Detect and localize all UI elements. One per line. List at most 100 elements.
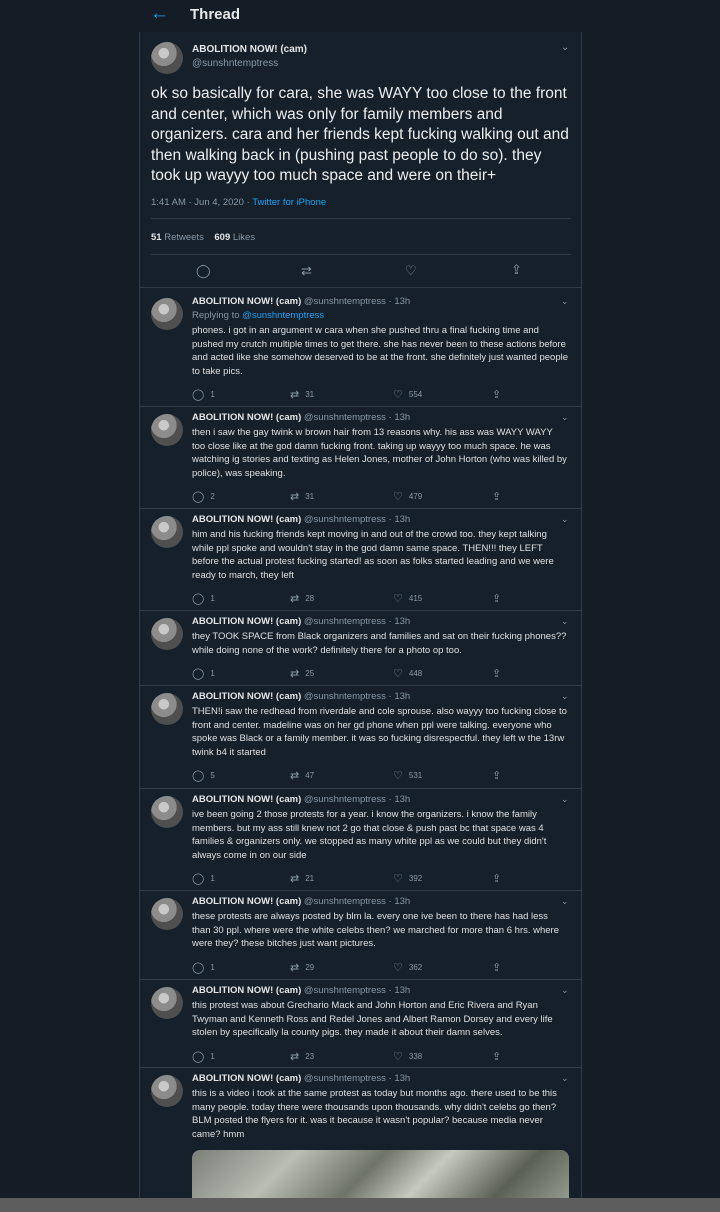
retweet-button[interactable]: ⇄ 23 [290,1050,314,1063]
reply-tweet[interactable]: ABOLITION NOW! (cam) @sunshntemptress · … [140,296,581,410]
avatar[interactable] [151,898,183,930]
tweet-time[interactable]: · 13h [389,514,411,525]
chevron-down-icon[interactable]: ⌄ [561,514,569,525]
avatar[interactable] [151,414,183,446]
tweet-time[interactable]: · 13h [389,691,411,702]
chevron-down-icon[interactable]: ⌄ [561,985,569,996]
reply-button[interactable]: ◯ 1 [192,388,215,401]
tweet-source-link[interactable]: Twitter for iPhone [252,197,326,208]
avatar[interactable] [151,796,183,828]
retweet-count[interactable]: 51 Retweets [151,232,204,243]
replying-to-link[interactable]: @sunshntemptress [242,310,324,321]
reply-button[interactable]: ◯ 1 [192,592,215,605]
like-button[interactable]: ♡ 531 [393,769,422,782]
reply-button[interactable]: ◯ 1 [192,667,215,680]
like-count[interactable]: 609 Likes [214,232,255,243]
chevron-down-icon[interactable]: ⌄ [561,691,569,702]
like-button[interactable]: ♡ 362 [393,961,422,974]
like-button[interactable]: ♡ 448 [393,667,422,680]
share-button[interactable]: ⇪ [492,769,507,782]
avatar[interactable] [151,618,183,650]
share-icon[interactable]: ⇪ [511,263,522,277]
like-button[interactable]: ♡ 554 [393,388,422,401]
chevron-down-icon[interactable]: ⌄ [561,616,569,627]
chevron-down-icon[interactable]: ⌄ [561,794,569,805]
heart-icon[interactable]: ♡ [405,264,417,278]
author-handle[interactable]: @sunshntemptress [304,985,386,996]
author-handle[interactable]: @sunshntemptress [304,1073,386,1084]
share-button[interactable]: ⇪ [492,872,507,885]
share-button[interactable]: ⇪ [492,592,507,605]
chevron-down-icon[interactable]: ⌄ [561,296,569,307]
retweet-button[interactable]: ⇄ 31 [290,490,314,503]
share-button[interactable]: ⇪ [492,388,507,401]
retweet-button[interactable]: ⇄ 29 [290,961,314,974]
chevron-down-icon[interactable]: ⌄ [561,1073,569,1084]
retweet-button[interactable]: ⇄ 25 [290,667,314,680]
author-handle[interactable]: @sunshntemptress [304,691,386,702]
retweet-icon[interactable]: ⇄ [301,264,312,278]
avatar[interactable] [151,693,183,725]
reply-tweet[interactable]: ABOLITION NOW! (cam) @sunshntemptress · … [140,412,581,512]
author-handle[interactable]: @sunshntemptress [304,412,386,423]
author-name[interactable]: ABOLITION NOW! (cam) [192,296,301,307]
author-name[interactable]: ABOLITION NOW! (cam) [192,1073,301,1084]
author-name[interactable]: ABOLITION NOW! (cam) [192,616,301,627]
reply-tweet[interactable]: ABOLITION NOW! (cam) @sunshntemptress · … [140,514,581,614]
chevron-down-icon[interactable]: ⌄ [561,412,569,423]
reply-tweet[interactable]: ABOLITION NOW! (cam) @sunshntemptress · … [140,616,581,689]
author-name[interactable]: ABOLITION NOW! (cam) [192,691,301,702]
tweet-time[interactable]: · 13h [389,896,411,907]
avatar[interactable] [151,298,183,330]
reply-tweet[interactable]: ABOLITION NOW! (cam) @sunshntemptress · … [140,896,581,983]
tweet-time[interactable]: · 13h [389,616,411,627]
reply-icon[interactable]: ◯ [196,264,211,278]
share-button[interactable]: ⇪ [492,667,507,680]
author-handle[interactable]: @sunshntemptress [304,896,386,907]
avatar[interactable] [151,516,183,548]
avatar[interactable] [151,42,183,74]
chevron-down-icon[interactable]: ⌄ [561,42,569,53]
reply-button[interactable]: ◯ 2 [192,490,215,503]
like-button[interactable]: ♡ 479 [393,490,422,503]
tweet-time[interactable]: · 13h [389,1073,411,1084]
tweet-time[interactable]: · 13h [389,985,411,996]
author-name[interactable]: ABOLITION NOW! (cam) [192,794,301,805]
reply-tweet[interactable]: ABOLITION NOW! (cam) @sunshntemptress · … [140,691,581,791]
author-name[interactable]: ABOLITION NOW! (cam) [192,896,301,907]
chevron-down-icon[interactable]: ⌄ [561,896,569,907]
share-button[interactable]: ⇪ [492,490,507,503]
reply-header: ABOLITION NOW! (cam) @sunshntemptress · … [192,296,410,307]
tweet-time[interactable]: · 13h [389,296,411,307]
divider [140,406,581,407]
share-button[interactable]: ⇪ [492,1050,507,1063]
author-name[interactable]: ABOLITION NOW! (cam) [192,44,307,55]
author-name[interactable]: ABOLITION NOW! (cam) [192,412,301,423]
author-handle[interactable]: @sunshntemptress [304,514,386,525]
avatar[interactable] [151,987,183,1019]
retweet-button[interactable]: ⇄ 31 [290,388,314,401]
like-button[interactable]: ♡ 415 [393,592,422,605]
retweet-button[interactable]: ⇄ 47 [290,769,314,782]
reply-tweet[interactable]: ABOLITION NOW! (cam) @sunshntemptress · … [140,985,581,1072]
reply-tweet[interactable]: ABOLITION NOW! (cam) @sunshntemptress · … [140,794,581,894]
reply-button[interactable]: ◯ 1 [192,872,215,885]
share-button[interactable]: ⇪ [492,961,507,974]
author-name[interactable]: ABOLITION NOW! (cam) [192,985,301,996]
reply-button[interactable]: ◯ 1 [192,1050,215,1063]
reply-button[interactable]: ◯ 5 [192,769,215,782]
tweet-time[interactable]: · 13h [389,794,411,805]
tweet-time[interactable]: · 13h [389,412,411,423]
avatar[interactable] [151,1075,183,1107]
author-handle[interactable]: @sunshntemptress [304,296,386,307]
back-arrow-icon[interactable]: ← [150,3,169,25]
like-button[interactable]: ♡ 392 [393,872,422,885]
author-handle[interactable]: @sunshntemptress [304,616,386,627]
like-button[interactable]: ♡ 338 [393,1050,422,1063]
reply-button[interactable]: ◯ 1 [192,961,215,974]
author-handle[interactable]: @sunshntemptress [192,58,278,69]
retweet-button[interactable]: ⇄ 28 [290,592,314,605]
retweet-button[interactable]: ⇄ 21 [290,872,314,885]
author-handle[interactable]: @sunshntemptress [304,794,386,805]
author-name[interactable]: ABOLITION NOW! (cam) [192,514,301,525]
